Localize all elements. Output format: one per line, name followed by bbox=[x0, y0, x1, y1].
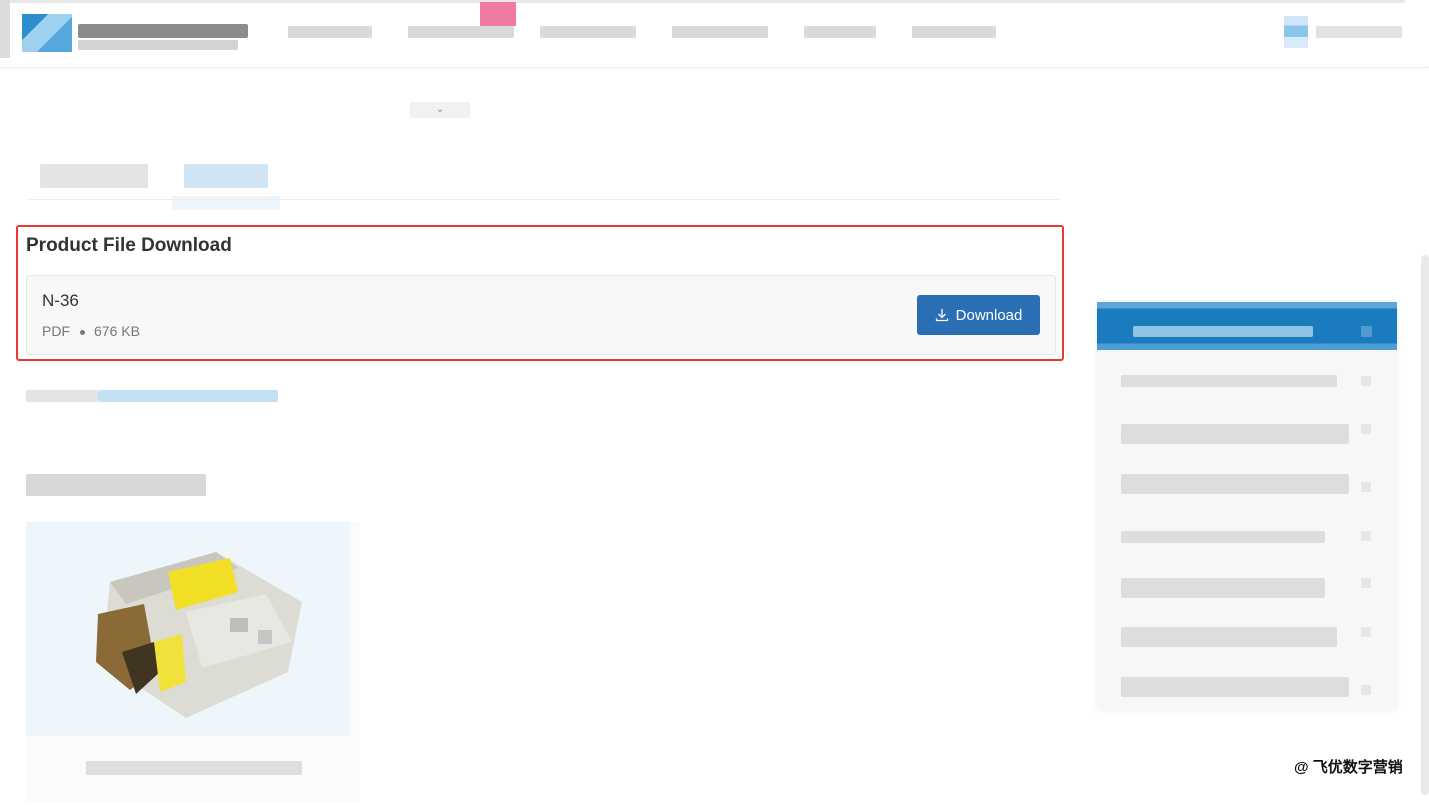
avatar bbox=[1284, 16, 1308, 48]
sidebar-item-4[interactable] bbox=[1121, 531, 1325, 543]
file-size: 676 KB bbox=[94, 323, 140, 339]
sidebar-item-6[interactable] bbox=[1121, 627, 1337, 647]
logo-wordmark bbox=[78, 24, 248, 38]
sidebar-item-4-icon bbox=[1361, 531, 1371, 541]
blurred-label bbox=[26, 390, 98, 402]
sidebar-item-1-icon bbox=[1361, 376, 1371, 386]
sidebar-item-7-icon bbox=[1361, 685, 1371, 695]
section-heading-blurred bbox=[26, 474, 206, 496]
sidebar-item-2-icon bbox=[1361, 424, 1371, 434]
product-image[interactable] bbox=[26, 522, 350, 736]
file-name: N-36 bbox=[42, 291, 79, 310]
site-header bbox=[0, 0, 1429, 68]
sidebar-header[interactable] bbox=[1097, 302, 1397, 350]
sidebar-item-3[interactable] bbox=[1121, 474, 1349, 494]
nav-item-2[interactable] bbox=[408, 26, 514, 38]
download-button-label: Download bbox=[955, 306, 1023, 324]
logo-mark bbox=[22, 14, 72, 52]
tab-2-active[interactable] bbox=[184, 164, 268, 188]
nav-badge bbox=[480, 2, 516, 26]
separator-dot bbox=[80, 329, 85, 335]
logo-tagline bbox=[78, 40, 238, 50]
header-topline bbox=[10, 0, 1405, 3]
download-heading: Product File Download bbox=[26, 235, 232, 256]
file-card bbox=[26, 275, 1056, 355]
nav-item-1[interactable] bbox=[288, 26, 372, 38]
sidebar-item-5-icon bbox=[1361, 578, 1371, 588]
account-name bbox=[1316, 26, 1402, 38]
sidebar-header-label-blurred bbox=[1133, 326, 1313, 337]
tabs-divider bbox=[26, 199, 1060, 200]
nav-item-4[interactable] bbox=[672, 26, 768, 38]
download-icon bbox=[935, 309, 948, 322]
sidebar-item-6-icon bbox=[1361, 627, 1371, 637]
tab-1[interactable] bbox=[40, 164, 148, 188]
sidebar-item-7[interactable] bbox=[1121, 677, 1349, 697]
sidebar-panel bbox=[1097, 302, 1397, 710]
watermark: @ 飞优数字营销 bbox=[1294, 759, 1403, 776]
header-edge bbox=[0, 0, 10, 58]
site-logo[interactable] bbox=[22, 14, 252, 52]
nav-item-5[interactable] bbox=[804, 26, 876, 38]
sidebar-item-3-icon bbox=[1361, 482, 1371, 492]
blurred-link[interactable] bbox=[98, 390, 278, 402]
sidebar-item-2[interactable] bbox=[1121, 424, 1349, 444]
nav-item-3[interactable] bbox=[540, 26, 636, 38]
connector-image bbox=[26, 522, 350, 736]
download-button[interactable]: Download bbox=[917, 295, 1040, 335]
expand-toggle[interactable]: ⌄ bbox=[410, 102, 470, 118]
sidebar-header-icon bbox=[1361, 326, 1372, 337]
chevron-down-icon: ⌄ bbox=[435, 104, 445, 115]
file-meta: PDF 676 KB bbox=[42, 323, 140, 339]
file-type: PDF bbox=[42, 323, 70, 339]
sidebar-item-1[interactable] bbox=[1121, 375, 1337, 387]
account-menu[interactable] bbox=[1284, 16, 1404, 50]
page-scrollbar[interactable] bbox=[1421, 255, 1429, 795]
sidebar-item-5[interactable] bbox=[1121, 578, 1325, 598]
product-caption-blurred bbox=[86, 761, 302, 775]
nav-item-6[interactable] bbox=[912, 26, 996, 38]
